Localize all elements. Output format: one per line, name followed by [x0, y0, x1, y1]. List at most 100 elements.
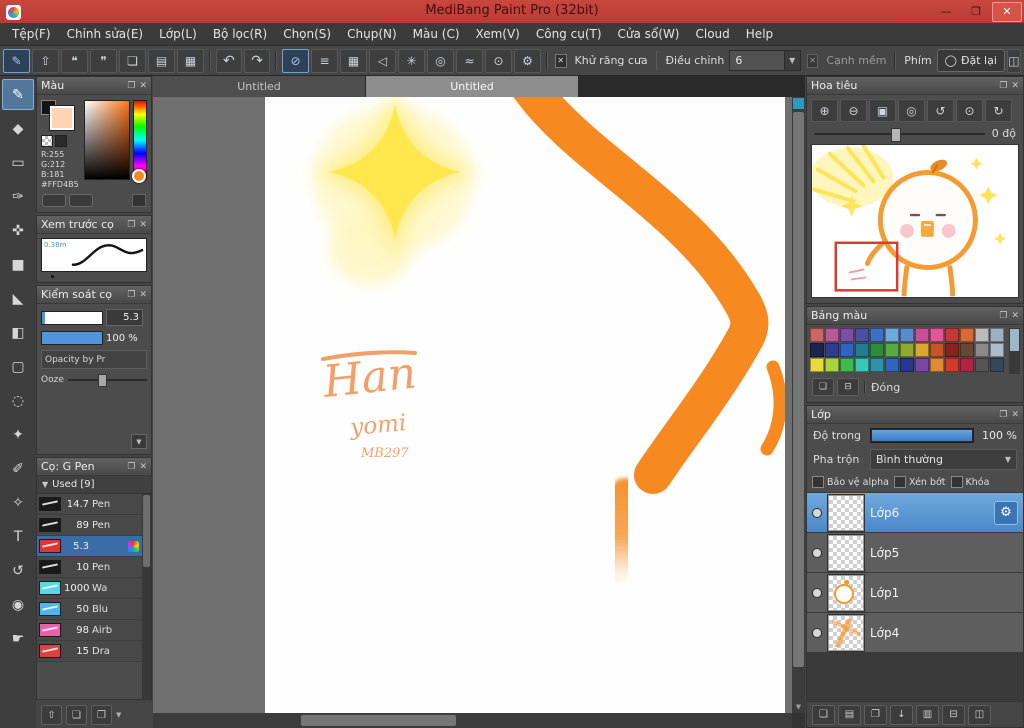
- palette-swatch[interactable]: [870, 358, 884, 372]
- popout-icon[interactable]: ❐: [999, 311, 1007, 321]
- palette-swatch[interactable]: [990, 328, 1004, 342]
- popout-icon[interactable]: ❐: [127, 290, 135, 300]
- brush-tool[interactable]: ✎: [2, 79, 34, 110]
- palette-swatch[interactable]: [840, 358, 854, 372]
- menu-item[interactable]: Công cụ(T): [528, 23, 610, 45]
- select-eraser-tool[interactable]: ✧: [2, 487, 34, 518]
- palette-swatch[interactable]: [870, 343, 884, 357]
- dot-pen-tool[interactable]: ▭: [2, 147, 34, 178]
- delete-color-icon[interactable]: ⊟: [837, 378, 859, 396]
- palette-swatch[interactable]: [810, 343, 824, 357]
- palette-swatch[interactable]: [930, 343, 944, 357]
- layer-row[interactable]: Lớp6 ⚙: [807, 493, 1023, 532]
- menu-item[interactable]: Màu (C): [405, 23, 468, 45]
- snap-settings-icon[interactable]: ⚙: [514, 48, 542, 73]
- merge-layer-icon[interactable]: ⊟: [942, 704, 965, 725]
- select-tool[interactable]: ▢: [2, 351, 34, 382]
- close-icon[interactable]: ✕: [139, 290, 147, 300]
- menu-item[interactable]: Help: [738, 23, 781, 45]
- eraser-tool[interactable]: ◆: [2, 113, 34, 144]
- palette-swatch[interactable]: [855, 343, 869, 357]
- palette-swatch[interactable]: [945, 328, 959, 342]
- palette-swatch[interactable]: [975, 343, 989, 357]
- add-color-icon[interactable]: ❏: [812, 378, 834, 396]
- add-layer-icon[interactable]: ❏: [812, 704, 835, 725]
- snap-ellipse-icon[interactable]: ◎: [427, 48, 455, 73]
- palette-swatch[interactable]: [945, 343, 959, 357]
- menu-item[interactable]: Tệp(F): [4, 23, 59, 45]
- menu-item[interactable]: Chỉnh sửa(E): [59, 23, 152, 45]
- checkbox[interactable]: [894, 476, 906, 488]
- new-brush-icon[interactable]: ❏: [66, 705, 87, 725]
- horizontal-scroll-thumb[interactable]: [301, 715, 456, 726]
- palette-swatch[interactable]: [900, 328, 914, 342]
- material-grid-icon[interactable]: ▦: [177, 48, 204, 73]
- Pen[interactable]: 14.7 Pen: [37, 494, 142, 515]
- move-tool[interactable]: ✜: [2, 215, 34, 246]
- brush-size-value[interactable]: 5.3: [106, 309, 143, 326]
- maximize-button[interactable]: ❐: [962, 3, 990, 21]
- brush-control-dropdown-icon[interactable]: ▼: [131, 434, 147, 449]
- palette-swatch[interactable]: [885, 328, 899, 342]
- palette-swatch[interactable]: [960, 328, 974, 342]
- finger-tool[interactable]: ✑: [2, 181, 34, 212]
- Pen[interactable]: 89 Pen: [37, 515, 142, 536]
- opacity-by-pressure-option[interactable]: Opacity by Pr: [41, 350, 147, 369]
- close-icon[interactable]: ✕: [139, 81, 147, 91]
- close-icon[interactable]: ✕: [1011, 410, 1019, 420]
- canvas-list-icon[interactable]: ▤: [148, 48, 175, 73]
- duplicate-layer-icon[interactable]: ❐: [864, 704, 887, 725]
- vertical-scroll-thumb[interactable]: [793, 112, 804, 667]
- palette-swatch[interactable]: [855, 328, 869, 342]
- color-options-button[interactable]: [132, 194, 146, 207]
- palette-swatch[interactable]: [825, 328, 839, 342]
- Pen[interactable]: 10 Pen: [37, 557, 142, 578]
- redo-button[interactable]: ↷: [244, 48, 271, 73]
- palette-swatch[interactable]: [945, 358, 959, 372]
- snap-grid-icon[interactable]: ▦: [340, 48, 368, 73]
- snap-radial-icon[interactable]: ✳: [398, 48, 426, 73]
- rotate-right-icon[interactable]: ↻: [985, 99, 1012, 122]
- checkbox[interactable]: [812, 476, 824, 488]
- palette-swatch[interactable]: [810, 358, 824, 372]
- menu-item[interactable]: Bộ lọc(R): [205, 23, 275, 45]
- palette-swatch[interactable]: [930, 358, 944, 372]
- layer-row[interactable]: Lớp4 ⚙: [807, 613, 1023, 652]
- palette-swatch[interactable]: [870, 328, 884, 342]
- palette-swatch[interactable]: [990, 343, 1004, 357]
- palette-swatch[interactable]: [840, 343, 854, 357]
- artboard[interactable]: Han yomi MB297: [265, 97, 785, 713]
- magic-wand-tool[interactable]: ✦: [2, 419, 34, 450]
- brush-opacity-slider[interactable]: [41, 331, 103, 345]
- transfer-layer-icon[interactable]: ↓: [890, 704, 913, 725]
- layer-visibility-dot[interactable]: [812, 547, 822, 558]
- Blu[interactable]: 50 Blu: [37, 599, 142, 620]
- layer-row[interactable]: Lớp1 ⚙: [807, 573, 1023, 612]
- close-icon[interactable]: ✕: [1011, 81, 1019, 91]
- add-folder-icon[interactable]: ▤: [838, 704, 861, 725]
- brush-list-scrollbar[interactable]: [142, 494, 151, 699]
- blend-mode-dropdown[interactable]: Bình thường ▼: [870, 449, 1017, 470]
- layer-visibility-dot[interactable]: [812, 507, 822, 518]
- palette-swatch[interactable]: [975, 358, 989, 372]
- brush-settings-icon[interactable]: ✎: [3, 48, 30, 73]
- menu-item[interactable]: Cloud: [688, 23, 738, 45]
- popout-icon[interactable]: ❐: [127, 81, 135, 91]
- zoom-in-icon[interactable]: ⊕: [811, 99, 838, 122]
- lasso-tool[interactable]: ◌: [2, 385, 34, 416]
- publish-icon[interactable]: ❞: [90, 48, 117, 73]
- snap-vanishing-icon[interactable]: ◁: [369, 48, 397, 73]
- palette-swatch[interactable]: [885, 343, 899, 357]
- brush-menu-icon[interactable]: ❐: [91, 705, 112, 725]
- soft-edge-checkbox[interactable]: ✕: [806, 53, 819, 68]
- menu-item[interactable]: Chọn(S): [275, 23, 339, 45]
- palette-swatch[interactable]: [840, 328, 854, 342]
- canvas-vertical-scrollbar[interactable]: ▼: [792, 97, 805, 713]
- undo-button[interactable]: ↶: [215, 48, 243, 73]
- reset-rotation-icon[interactable]: ⊙: [956, 99, 983, 122]
- brush-group-row[interactable]: ▼ Used [9]: [37, 476, 151, 494]
- reset-button[interactable]: ◯ Đặt lại: [936, 49, 1005, 72]
- zoom-fit-icon[interactable]: ▣: [869, 99, 896, 122]
- Airb[interactable]: 98 Airb: [37, 620, 142, 641]
- canvas-horizontal-scrollbar[interactable]: [153, 713, 792, 728]
